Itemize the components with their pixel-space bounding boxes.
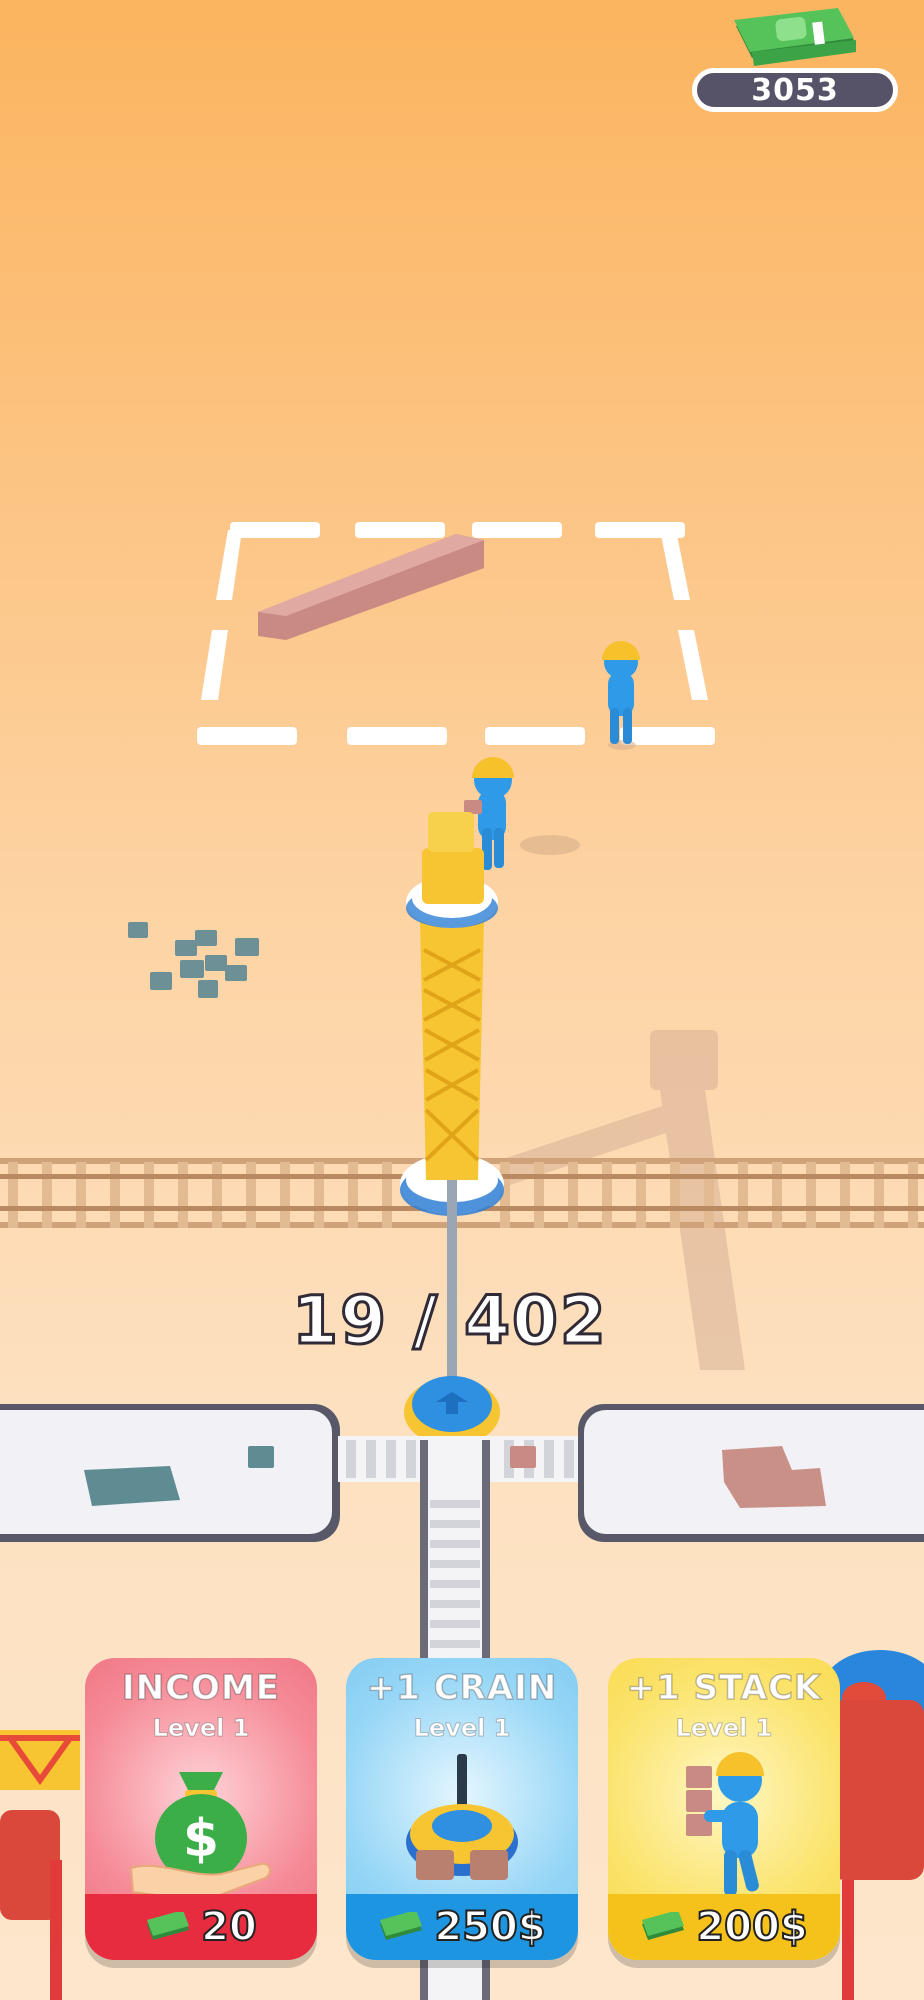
money-bag-hand-icon: $	[129, 1772, 271, 1899]
upgrade-price-bar[interactable]: 250$	[346, 1894, 578, 1960]
svg-text:$: $	[183, 1809, 219, 1869]
stone-pile	[128, 922, 259, 998]
upgrade-price: 20	[200, 1903, 258, 1951]
upgrade-level: Level 1	[413, 1714, 511, 1743]
upgrade-price-bar[interactable]: 20	[85, 1894, 317, 1960]
upgrade-level: Level 1	[152, 1714, 250, 1743]
upgrade-card-stack[interactable]: +1 STACK Level 1 200$	[608, 1658, 840, 1960]
upgrade-title: +1 STACK	[626, 1667, 822, 1709]
upgrade-price: 200$	[695, 1903, 808, 1951]
build-progress-counter: 19 / 402	[291, 1281, 608, 1361]
brick-wall-foundation	[258, 534, 484, 640]
cash-stack-icon	[734, 8, 856, 66]
worker-carrying-bricks-icon	[686, 1752, 764, 1896]
upgrade-title: +1 CRAIN	[366, 1667, 558, 1709]
game-scene[interactable]: 3053 19 / 402 INCOME Level 1 $ 20 +1 CRA…	[0, 0, 924, 2000]
upgrade-level: Level 1	[675, 1714, 773, 1743]
cash-icon	[380, 1912, 423, 1940]
side-machine-left	[0, 1730, 80, 2000]
upgrade-card-crain[interactable]: +1 CRAIN Level 1 250$	[346, 1658, 578, 1960]
crane-control-base	[404, 1376, 500, 1446]
storage-platform-left	[0, 1404, 340, 1542]
money-amount: 3053	[692, 68, 898, 112]
upgrade-price-bar[interactable]: 200$	[608, 1894, 840, 1960]
upgrade-title: INCOME	[121, 1667, 281, 1709]
upgrade-price: 250$	[433, 1903, 546, 1951]
cash-icon	[642, 1912, 685, 1940]
storage-platform-right	[578, 1404, 924, 1542]
upgrade-card-income[interactable]: INCOME Level 1 $ 20	[85, 1658, 317, 1960]
crane-base-icon	[406, 1754, 518, 1880]
cash-icon	[147, 1912, 190, 1940]
